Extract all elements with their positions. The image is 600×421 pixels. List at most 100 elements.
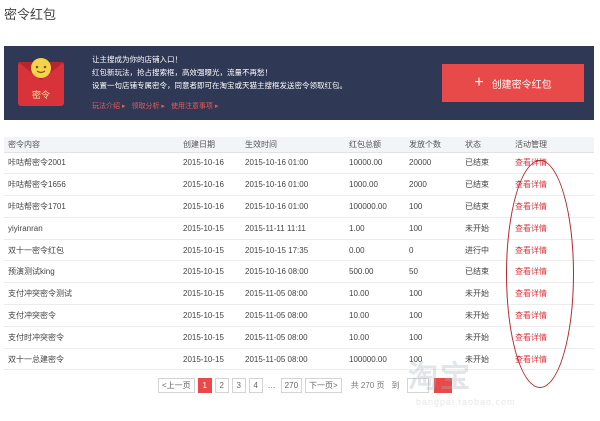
cell-status: 已结束 — [461, 152, 511, 175]
table-row: 预演测试king 2015-10-15 2015-10-16 08:00 500.00… — [4, 260, 594, 284]
page-button-2[interactable]: 2 — [214, 378, 229, 393]
table-row: 支付时冲突密令 2015-10-15 2015-11-05 08:00 10.00 10… — [4, 326, 594, 349]
cell-amount: 0.00 — [345, 239, 405, 262]
cell-created: 2015-10-16 — [179, 152, 241, 175]
total-pages: 共 270 页 — [350, 381, 385, 390]
table-row: yiyiranran 2015-10-15 2015-11-11 11:11 1.00… — [4, 217, 594, 240]
view-details-link[interactable]: 查看详情 — [511, 304, 594, 327]
cell-name: yiyiranran — [4, 217, 179, 240]
page-button-3[interactable]: 3 — [231, 378, 246, 393]
plus-icon: + — [474, 74, 484, 91]
cell-count: 0 — [405, 239, 461, 262]
cell-count: 100 — [405, 217, 461, 240]
envelope-table: 密令内容 创建日期 生效时间 红包总额 发放个数 状态 活动管理 咔咕帮密令20… — [4, 137, 594, 371]
cell-name: 咔咕帮密令1656 — [4, 173, 179, 197]
watermark-sub: bangpai.taobao.com — [416, 397, 516, 407]
cell-effective: 2015-10-16 01:00 — [241, 195, 345, 218]
cell-status: 未开始 — [461, 326, 511, 349]
cell-effective: 2015-10-16 08:00 — [241, 260, 345, 284]
view-details-link[interactable]: 查看详情 — [511, 217, 594, 240]
cell-amount: 10.00 — [345, 282, 405, 306]
cell-count: 100 — [405, 326, 461, 349]
cell-effective: 2015-11-05 08:00 — [241, 326, 345, 349]
link-collection-analysis[interactable]: 领取分析 ▸ — [131, 101, 164, 111]
cell-status: 已结束 — [461, 260, 511, 284]
cell-created: 2015-10-15 — [179, 260, 241, 284]
cell-created: 2015-10-15 — [179, 326, 241, 349]
page-button-last[interactable]: 270 — [280, 378, 303, 393]
cell-status: 未开始 — [461, 304, 511, 327]
view-details-link[interactable]: 查看详情 — [511, 195, 594, 218]
header-created: 创建日期 — [179, 137, 241, 153]
table-row: 支付冲突密令 2015-10-15 2015-11-05 08:00 10.00 100… — [4, 304, 594, 327]
view-details-link[interactable]: 查看详情 — [511, 152, 594, 175]
page-button-4[interactable]: 4 — [248, 378, 263, 393]
link-usage-notes[interactable]: 使用注意事项 ▸ — [171, 101, 218, 111]
header-status: 状态 — [461, 137, 511, 153]
banner-line-2: 红包新玩法，抢占搜索框，高效强曝光，流量不再愁！ — [92, 68, 272, 77]
cell-amount: 10.00 — [345, 304, 405, 327]
cell-name: 双十一总建密令 — [4, 348, 179, 371]
next-page-button[interactable]: 下一页> — [305, 378, 342, 393]
prev-page-button[interactable]: <上一页 — [158, 378, 195, 393]
banner-line-1: 让主搜成为你的店铺入口！ — [92, 55, 182, 64]
cell-effective: 2015-11-05 08:00 — [241, 348, 345, 371]
header-effective: 生效时间 — [241, 137, 345, 153]
cell-amount: 10.00 — [345, 326, 405, 349]
cell-amount: 500.00 — [345, 260, 405, 284]
header-amount: 红包总额 — [345, 137, 405, 153]
header-count: 发放个数 — [405, 137, 461, 153]
cell-created: 2015-10-15 — [179, 304, 241, 327]
table-row: 双十一总建密令 2015-10-15 2015-11-05 08:00 100000.… — [4, 348, 594, 371]
view-details-link[interactable]: 查看详情 — [511, 326, 594, 349]
promo-banner: 密令 让主搜成为你的店铺入口！ 红包新玩法，抢占搜索框，高效强曝光，流量不再愁！… — [4, 46, 594, 120]
cell-count: 20000 — [405, 152, 461, 175]
view-details-link[interactable]: 查看详情 — [511, 260, 594, 284]
cell-name: 支付冲突密令测试 — [4, 282, 179, 306]
header-manage: 活动管理 — [511, 137, 594, 153]
jump-label: 到 — [391, 381, 400, 390]
view-details-link[interactable]: 查看详情 — [511, 282, 594, 306]
cell-status: 已结束 — [461, 195, 511, 218]
cell-created: 2015-10-16 — [179, 195, 241, 218]
table-row: 咔咕帮密令1656 2015-10-16 2015-10-16 01:00 1000.… — [4, 173, 594, 197]
cell-name: 预演测试king — [4, 260, 179, 284]
cell-amount: 10000.00 — [345, 152, 405, 175]
cell-count: 100 — [405, 282, 461, 306]
cell-created: 2015-10-15 — [179, 282, 241, 306]
cell-status: 未开始 — [461, 217, 511, 240]
table-row: 咔咕帮密令1701 2015-10-16 2015-10-16 01:00 10000… — [4, 195, 594, 218]
cell-count: 100 — [405, 348, 461, 371]
view-details-link[interactable]: 查看详情 — [511, 239, 594, 262]
logo-text: 密令 — [32, 89, 50, 101]
banner-description: 让主搜成为你的店铺入口！ 红包新玩法，抢占搜索框，高效强曝光，流量不再愁！ 设置… — [92, 53, 347, 92]
cell-count: 100 — [405, 304, 461, 327]
cell-created: 2015-10-15 — [179, 348, 241, 371]
cell-count: 50 — [405, 260, 461, 284]
table-row: 支付冲突密令测试 2015-10-15 2015-11-05 08:00 10.00 1… — [4, 282, 594, 306]
create-password-envelope-button[interactable]: + 创建密令红包 — [442, 64, 584, 102]
cell-name: 咔咕帮密令2001 — [4, 152, 179, 175]
page-button-1[interactable]: 1 — [197, 378, 212, 393]
cell-effective: 2015-10-16 01:00 — [241, 152, 345, 175]
table-row: 咔咕帮密令2001 2015-10-16 2015-10-16 01:00 10000… — [4, 152, 594, 175]
table-header-row: 密令内容 创建日期 生效时间 红包总额 发放个数 状态 活动管理 — [4, 137, 594, 153]
cell-status: 进行中 — [461, 239, 511, 262]
cell-status: 未开始 — [461, 348, 511, 371]
cell-created: 2015-10-15 — [179, 217, 241, 240]
cell-effective: 2015-11-11 11:11 — [241, 217, 345, 240]
cell-status: 已结束 — [461, 173, 511, 197]
red-envelope-icon: 密令 — [18, 58, 64, 106]
link-gameplay-intro[interactable]: 玩法介绍 ▸ — [92, 101, 125, 111]
cell-amount: 100000.00 — [345, 195, 405, 218]
cell-name: 咔咕帮密令1701 — [4, 195, 179, 218]
cell-count: 100 — [405, 195, 461, 218]
view-details-link[interactable]: 查看详情 — [511, 348, 594, 371]
page-jump-input[interactable] — [406, 378, 429, 393]
cell-amount: 1000.00 — [345, 173, 405, 197]
view-details-link[interactable]: 查看详情 — [511, 173, 594, 197]
cell-created: 2015-10-16 — [179, 173, 241, 197]
page-jump-go-button[interactable] — [433, 378, 452, 393]
table-row: 双十一密令红包 2015-10-15 2015-10-15 17:35 0.00 0 进行… — [4, 239, 594, 262]
cell-created: 2015-10-15 — [179, 239, 241, 262]
